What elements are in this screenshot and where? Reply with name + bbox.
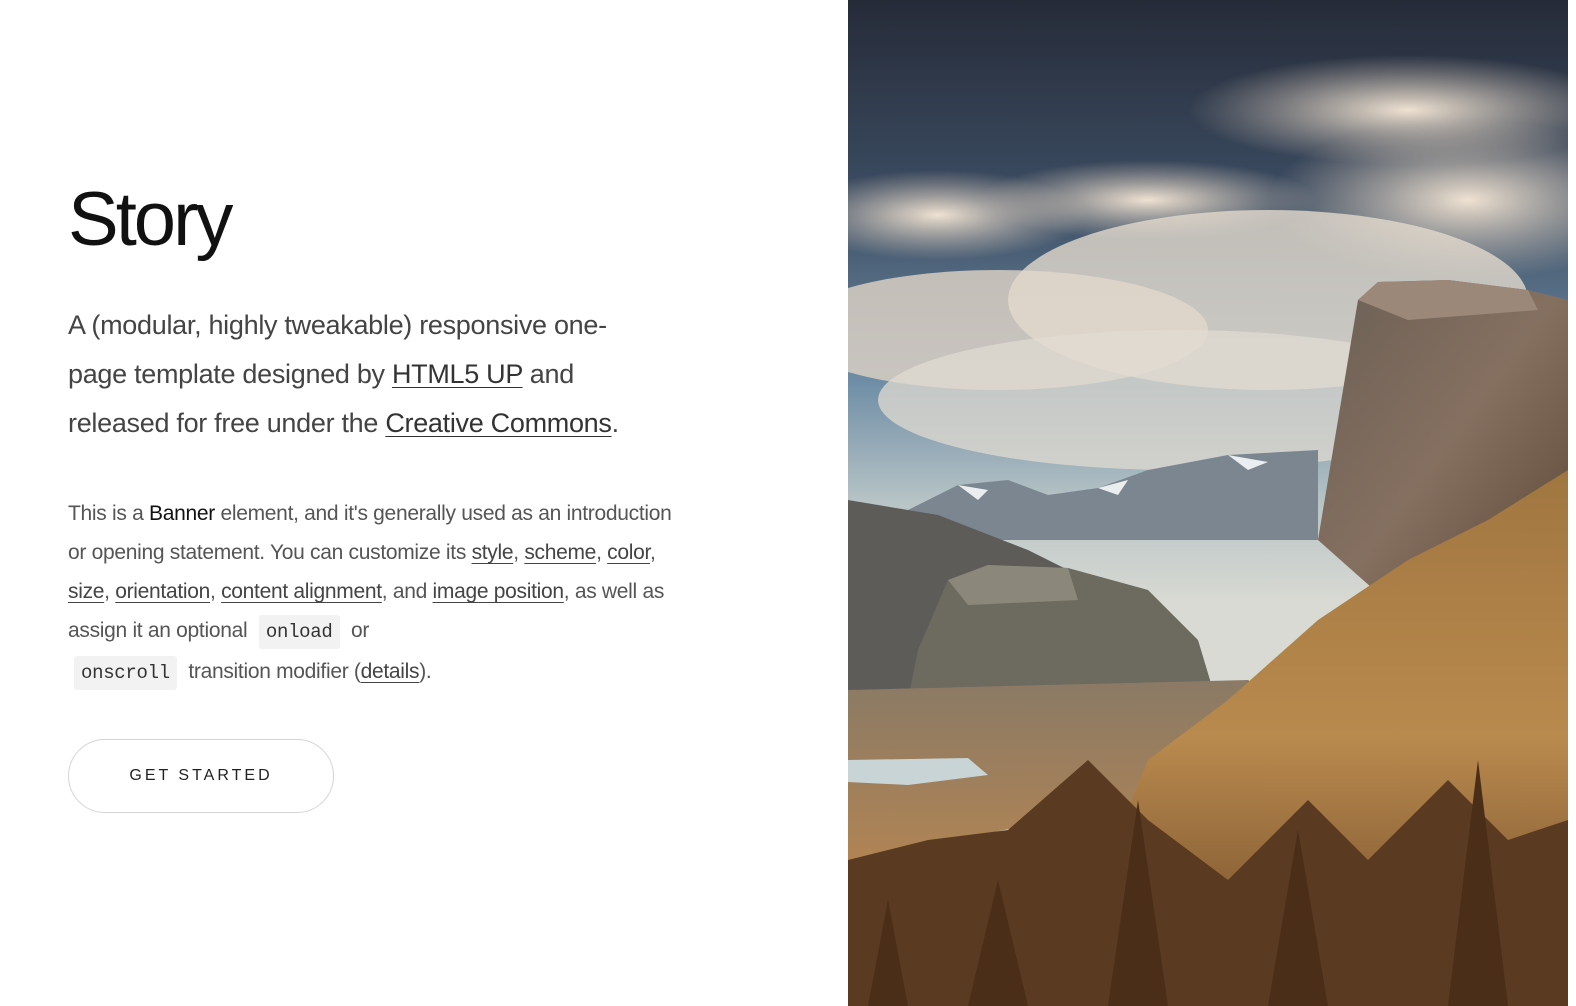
body-text-6: transition modifier (	[182, 660, 361, 683]
image-position-link[interactable]: image position	[433, 580, 565, 603]
sep-2: ,	[596, 541, 608, 564]
sep-4: ,	[104, 580, 116, 603]
orientation-link[interactable]: orientation	[115, 580, 210, 603]
content-alignment-link[interactable]: content alignment	[221, 580, 382, 603]
size-link[interactable]: size	[68, 580, 104, 603]
get-started-button[interactable]: GET STARTED	[68, 739, 334, 813]
landscape-photo-icon	[848, 0, 1568, 1006]
right-edge	[1568, 0, 1576, 1006]
body-text-3: , and	[381, 580, 433, 603]
creative-commons-link[interactable]: Creative Commons	[385, 408, 612, 438]
banner-lead: A (modular, highly tweakable) responsive…	[68, 301, 658, 448]
page-title: Story	[68, 177, 233, 262]
body-text-5: or	[345, 619, 370, 642]
page: Story A (modular, highly tweakable) resp…	[0, 0, 1576, 1006]
body-text-1: This is a	[68, 502, 150, 525]
sep-3: ,	[650, 541, 656, 564]
banner-description: This is a Banner element, and it's gener…	[68, 494, 678, 693]
color-link[interactable]: color	[607, 541, 650, 564]
sep-5: ,	[210, 580, 222, 603]
scheme-link[interactable]: scheme	[524, 541, 596, 564]
sep-1: ,	[513, 541, 525, 564]
banner-content: Story A (modular, highly tweakable) resp…	[0, 0, 848, 1006]
html5up-link[interactable]: HTML5 UP	[392, 359, 523, 389]
lead-text-3: .	[611, 408, 620, 438]
banner-strong: Banner	[149, 502, 215, 525]
onload-code: onload	[258, 615, 340, 649]
onscroll-code: onscroll	[74, 656, 177, 690]
body-text-7: ).	[419, 660, 432, 683]
style-link[interactable]: style	[472, 541, 514, 564]
details-link[interactable]: details	[361, 660, 420, 683]
